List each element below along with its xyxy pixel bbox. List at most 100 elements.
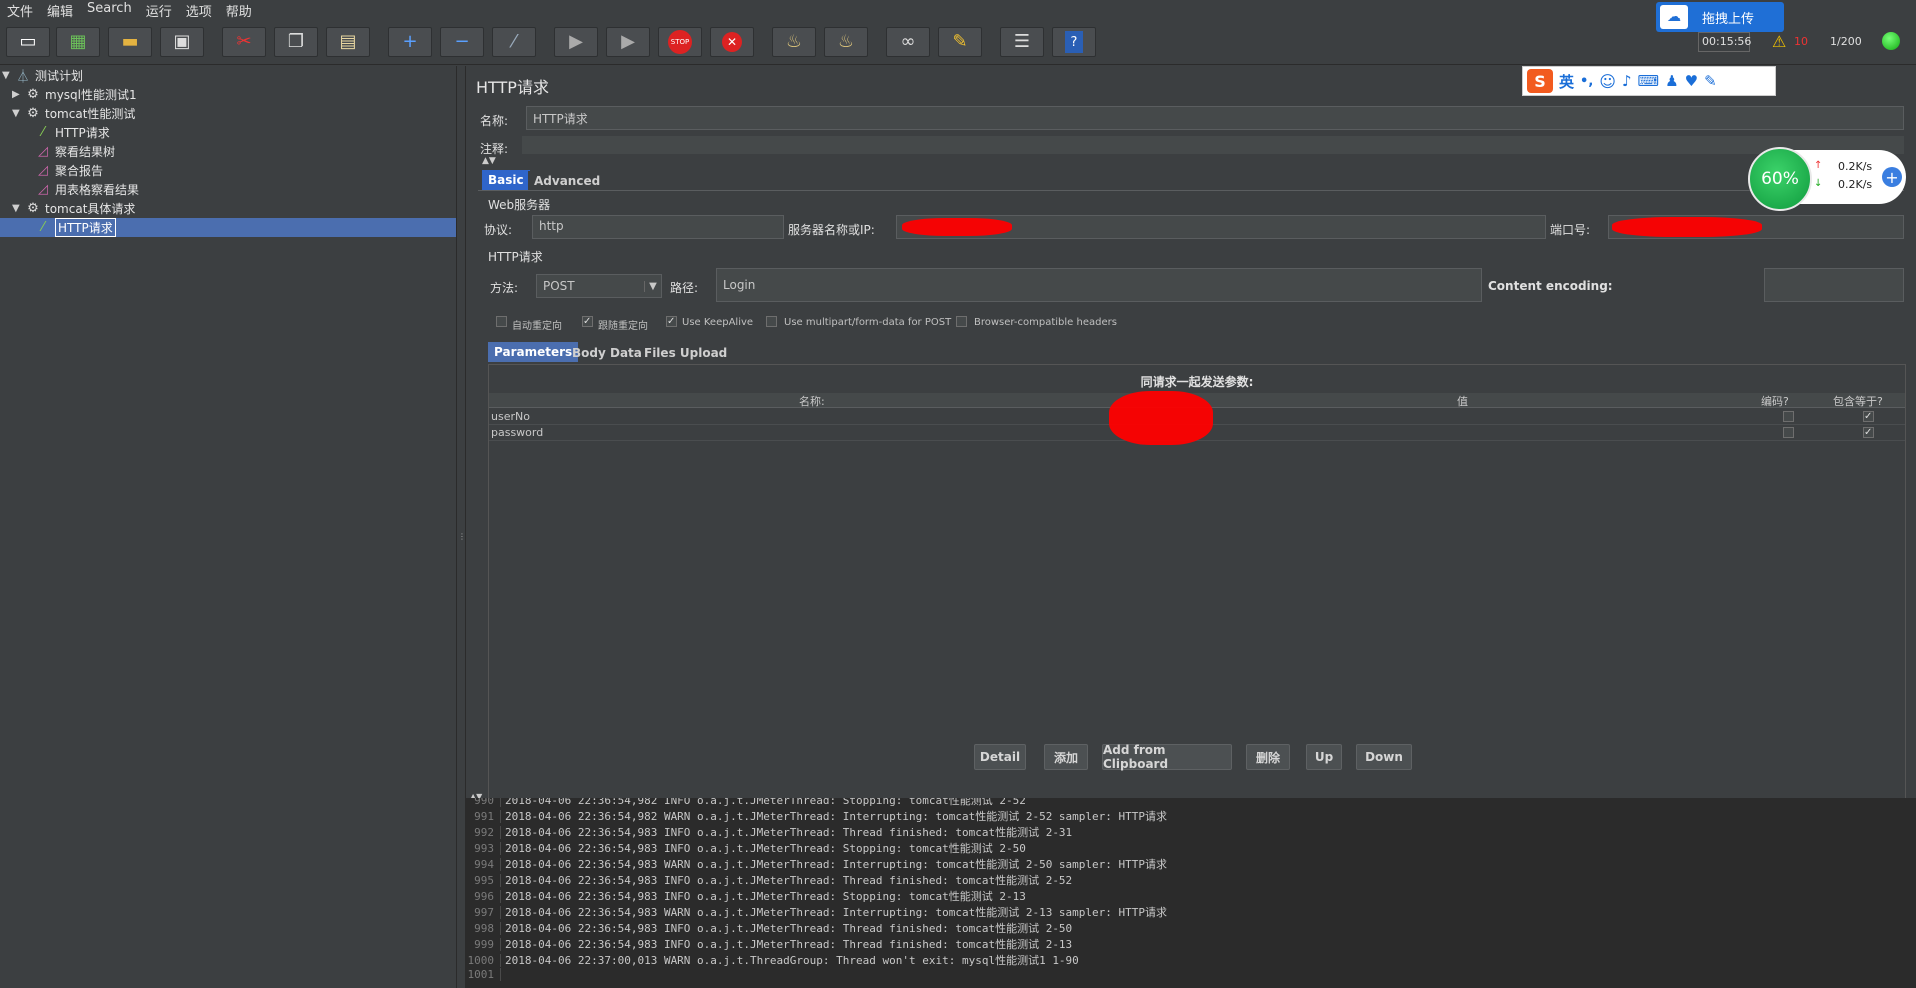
drag-grip-icon: ⋮ bbox=[458, 532, 466, 541]
expand-arrow-icon[interactable]: ▼ bbox=[12, 203, 24, 214]
save-button[interactable]: ▣ bbox=[160, 27, 204, 57]
tree-node-result-tree[interactable]: ◿ 察看结果树 bbox=[34, 142, 115, 161]
menu-options[interactable]: 选项 bbox=[179, 0, 219, 20]
paste-icon: ▤ bbox=[339, 31, 357, 52]
log-text: 2018-04-06 22:36:54,983 INFO o.a.j.t.JMe… bbox=[505, 874, 1073, 887]
tab-basic[interactable]: Basic bbox=[482, 170, 530, 190]
open-button[interactable]: ▬ bbox=[108, 27, 152, 57]
line-number: 992 bbox=[466, 826, 501, 839]
tab-advanced[interactable]: Advanced bbox=[528, 171, 607, 191]
auto-redirect-checkbox[interactable] bbox=[496, 316, 507, 327]
search-button[interactable]: ∞ bbox=[886, 27, 930, 57]
include-equals-checkbox[interactable]: ✓ bbox=[1863, 411, 1874, 422]
param-name-cell[interactable]: password bbox=[491, 426, 543, 439]
split-pane-divider[interactable]: ⋮ bbox=[456, 66, 466, 988]
tree-node-mysql-group[interactable]: ▶ ⚙ mysql性能测试1 bbox=[12, 85, 137, 104]
gear-icon: ⚙ bbox=[27, 106, 39, 121]
list-icon: ☰ bbox=[1013, 31, 1031, 52]
log-line: 996 2018-04-06 22:36:54,983 INFO o.a.j.t.… bbox=[466, 888, 1916, 904]
shutdown-button[interactable]: ✕ bbox=[710, 27, 754, 57]
collapse-arrow-icon[interactable]: ▶ bbox=[12, 89, 24, 100]
log-text: 2018-04-06 22:36:54,982 INFO o.a.j.t.JMe… bbox=[505, 798, 1026, 807]
user-icon[interactable]: ♟ bbox=[1665, 72, 1678, 90]
start-no-pause-button[interactable]: ▶ bbox=[606, 27, 650, 57]
multipart-checkbox[interactable] bbox=[766, 316, 777, 327]
tab-parameters[interactable]: Parameters bbox=[488, 342, 579, 362]
keyboard-icon[interactable]: ⌨ bbox=[1638, 72, 1660, 90]
ime-toolbar[interactable]: S 英 •, ☺ ♪ ⌨ ♟ ♥ ✎ bbox=[1522, 66, 1776, 96]
expand-all-button[interactable]: + bbox=[388, 27, 432, 57]
expand-arrow-icon[interactable]: ▼ bbox=[12, 108, 24, 119]
collapse-toggle-icon[interactable]: ▲▼ bbox=[482, 156, 496, 166]
toggle-button[interactable]: ⁄ bbox=[492, 27, 536, 57]
comment-field[interactable] bbox=[522, 136, 1904, 154]
menu-search[interactable]: Search bbox=[80, 0, 139, 18]
add-from-clipboard-button[interactable]: Add from Clipboard bbox=[1102, 743, 1232, 771]
add-button[interactable]: 添加 bbox=[1044, 744, 1088, 770]
clear-all-button[interactable]: ♨ bbox=[824, 27, 868, 57]
tree-node-table-results[interactable]: ◿ 用表格察看结果 bbox=[34, 180, 139, 199]
ime-punctuation[interactable]: •, bbox=[1580, 74, 1593, 89]
paste-button[interactable]: ▤ bbox=[326, 27, 370, 57]
down-button[interactable]: Down bbox=[1356, 744, 1412, 770]
tree-node-aggregate-report[interactable]: ◿ 聚合报告 bbox=[34, 161, 103, 180]
tree-node-test-plan[interactable]: ▼ ⏃ 测试计划 bbox=[2, 66, 83, 85]
cut-button[interactable]: ✂ bbox=[222, 27, 266, 57]
collapse-all-button[interactable]: − bbox=[440, 27, 484, 57]
name-field[interactable]: HTTP请求 bbox=[526, 106, 1904, 130]
follow-redirect-checkbox[interactable]: ✓ bbox=[582, 316, 593, 327]
browser-headers-checkbox[interactable] bbox=[956, 316, 967, 327]
wrench-icon[interactable]: ✎ bbox=[1704, 72, 1717, 90]
help-button[interactable]: ? bbox=[1052, 27, 1096, 57]
detail-button[interactable]: Detail bbox=[974, 744, 1026, 770]
upload-widget[interactable]: ☁ 拖拽上传 bbox=[1656, 2, 1784, 32]
templates-button[interactable]: ▦ bbox=[56, 27, 100, 57]
tree-node-http-request-1[interactable]: ⁄ HTTP请求 bbox=[34, 123, 110, 142]
include-equals-checkbox[interactable]: ✓ bbox=[1863, 427, 1874, 438]
tab-body-data[interactable]: Body Data bbox=[566, 343, 648, 363]
chart-icon: ◿ bbox=[38, 182, 48, 197]
encode-checkbox[interactable] bbox=[1783, 427, 1794, 438]
templates-icon: ▦ bbox=[69, 31, 87, 52]
menu-file[interactable]: 文件 bbox=[0, 0, 40, 20]
microphone-icon[interactable]: ♪ bbox=[1622, 72, 1632, 90]
expand-arrow-icon[interactable]: ▼ bbox=[2, 70, 14, 81]
param-name-cell[interactable]: userNo bbox=[491, 410, 530, 423]
menu-edit[interactable]: 编辑 bbox=[40, 0, 80, 20]
start-button[interactable]: ▶ bbox=[554, 27, 598, 57]
encode-checkbox[interactable] bbox=[1783, 411, 1794, 422]
stop-button[interactable]: STOP bbox=[658, 27, 702, 57]
clear-button[interactable]: ♨ bbox=[772, 27, 816, 57]
method-select[interactable]: POST ▼ bbox=[536, 274, 662, 298]
path-field[interactable]: Login bbox=[716, 268, 1482, 302]
log-viewer[interactable]: 990 2018-04-06 22:36:54,982 INFO o.a.j.t.… bbox=[466, 798, 1916, 988]
plus-icon[interactable]: + bbox=[1882, 167, 1902, 187]
log-line: 991 2018-04-06 22:36:54,982 WARN o.a.j.t.… bbox=[466, 808, 1916, 824]
copy-button[interactable]: ❐ bbox=[274, 27, 318, 57]
tree-node-label: 用表格察看结果 bbox=[55, 183, 140, 197]
function-helper-button[interactable]: ☰ bbox=[1000, 27, 1044, 57]
delete-button[interactable]: 删除 bbox=[1246, 744, 1290, 770]
tree-node-label: tomcat具体请求 bbox=[45, 202, 136, 216]
emoji-icon[interactable]: ☺ bbox=[1599, 72, 1616, 91]
content-encoding-field[interactable] bbox=[1764, 268, 1904, 302]
menu-help[interactable]: 帮助 bbox=[219, 0, 259, 20]
keepalive-checkbox[interactable]: ✓ bbox=[666, 316, 677, 327]
warning-icon[interactable]: ⚠ bbox=[1772, 32, 1786, 51]
protocol-label: 协议: bbox=[484, 223, 513, 237]
network-speed-widget[interactable]: 60% ↑ 0.2K/s ↓ 0.2K/s + bbox=[1748, 147, 1906, 211]
up-button[interactable]: Up bbox=[1306, 744, 1342, 770]
server-label: 服务器名称或IP: bbox=[788, 223, 875, 237]
menu-run[interactable]: 运行 bbox=[139, 0, 179, 20]
new-button[interactable]: ▭ bbox=[6, 27, 50, 57]
tree-node-tomcat-detail-group[interactable]: ▼ ⚙ tomcat具体请求 bbox=[12, 199, 135, 218]
skin-icon[interactable]: ♥ bbox=[1685, 72, 1698, 90]
line-number: 1001 bbox=[466, 968, 501, 981]
ime-mode[interactable]: 英 bbox=[1559, 71, 1574, 92]
tab-files-upload[interactable]: Files Upload bbox=[638, 343, 733, 363]
tree-node-tomcat-group[interactable]: ▼ ⚙ tomcat性能测试 bbox=[12, 104, 135, 123]
tree-node-http-request-2-selected[interactable]: ⁄ HTTP请求 bbox=[0, 218, 456, 237]
reset-search-button[interactable]: ✎ bbox=[938, 27, 982, 57]
protocol-field[interactable]: http bbox=[532, 215, 784, 239]
